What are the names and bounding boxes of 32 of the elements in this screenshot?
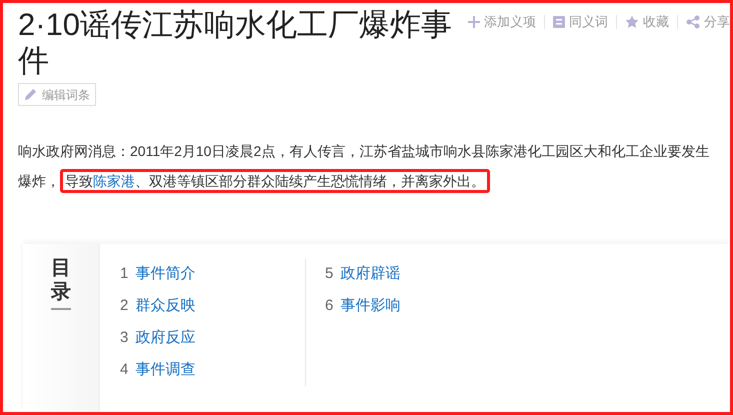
toc-number: 5 [325,264,334,284]
action-button[interactable]: 添加义项 [468,12,536,32]
toc-number: 4 [120,360,128,380]
toc-label[interactable]: 政府反应 [135,326,196,350]
edit-entry-button[interactable]: 编辑词条 [18,83,96,106]
toc-label[interactable]: 事件影响 [340,294,400,318]
toc-item[interactable]: 6 事件影响 [325,290,525,322]
intro-paragraph: 响水政府网消息：2011年2月10日凌晨2点，有人传言，江苏省盐城市响水县陈家港化工园区大和化工企业要发生爆炸， 导致陈家港、双港等镇区部分群众陆续产生恐慌情绪，并离家外出。 [18,136,715,196]
toc-number: 2 [120,296,128,316]
action-button[interactable]: 分享 [686,12,730,32]
pencil-icon [24,88,37,101]
list-icon [553,16,565,28]
toc-label[interactable]: 群众反映 [135,294,196,318]
toc-number: 3 [120,328,128,348]
share-icon [686,15,700,29]
toc-label[interactable]: 政府辟谣 [340,262,400,286]
toc-item[interactable]: 1 事件简介 [120,258,305,290]
toc-number: 1 [120,264,128,284]
action-button[interactable]: 收藏 [625,12,669,32]
toc-item[interactable]: 5 政府辟谣 [325,258,525,290]
place-link[interactable]: 陈家港 [93,173,135,189]
action-button[interactable]: 同义词 [553,12,608,32]
toc-item[interactable]: 3 政府反应 [120,322,305,354]
plus-icon [468,16,480,28]
toc-item[interactable]: 4 事件调查 [120,354,305,386]
toc-number: 6 [325,296,334,316]
toc-label[interactable]: 事件简介 [135,262,196,286]
toc-title: 目录 [51,256,71,310]
page-title: 2·10谣传江苏响水化工厂爆炸事件 [18,7,454,79]
toc-item[interactable]: 2 群众反映 [120,290,305,322]
toc-label[interactable]: 事件调查 [135,358,196,382]
star-icon [625,15,639,29]
